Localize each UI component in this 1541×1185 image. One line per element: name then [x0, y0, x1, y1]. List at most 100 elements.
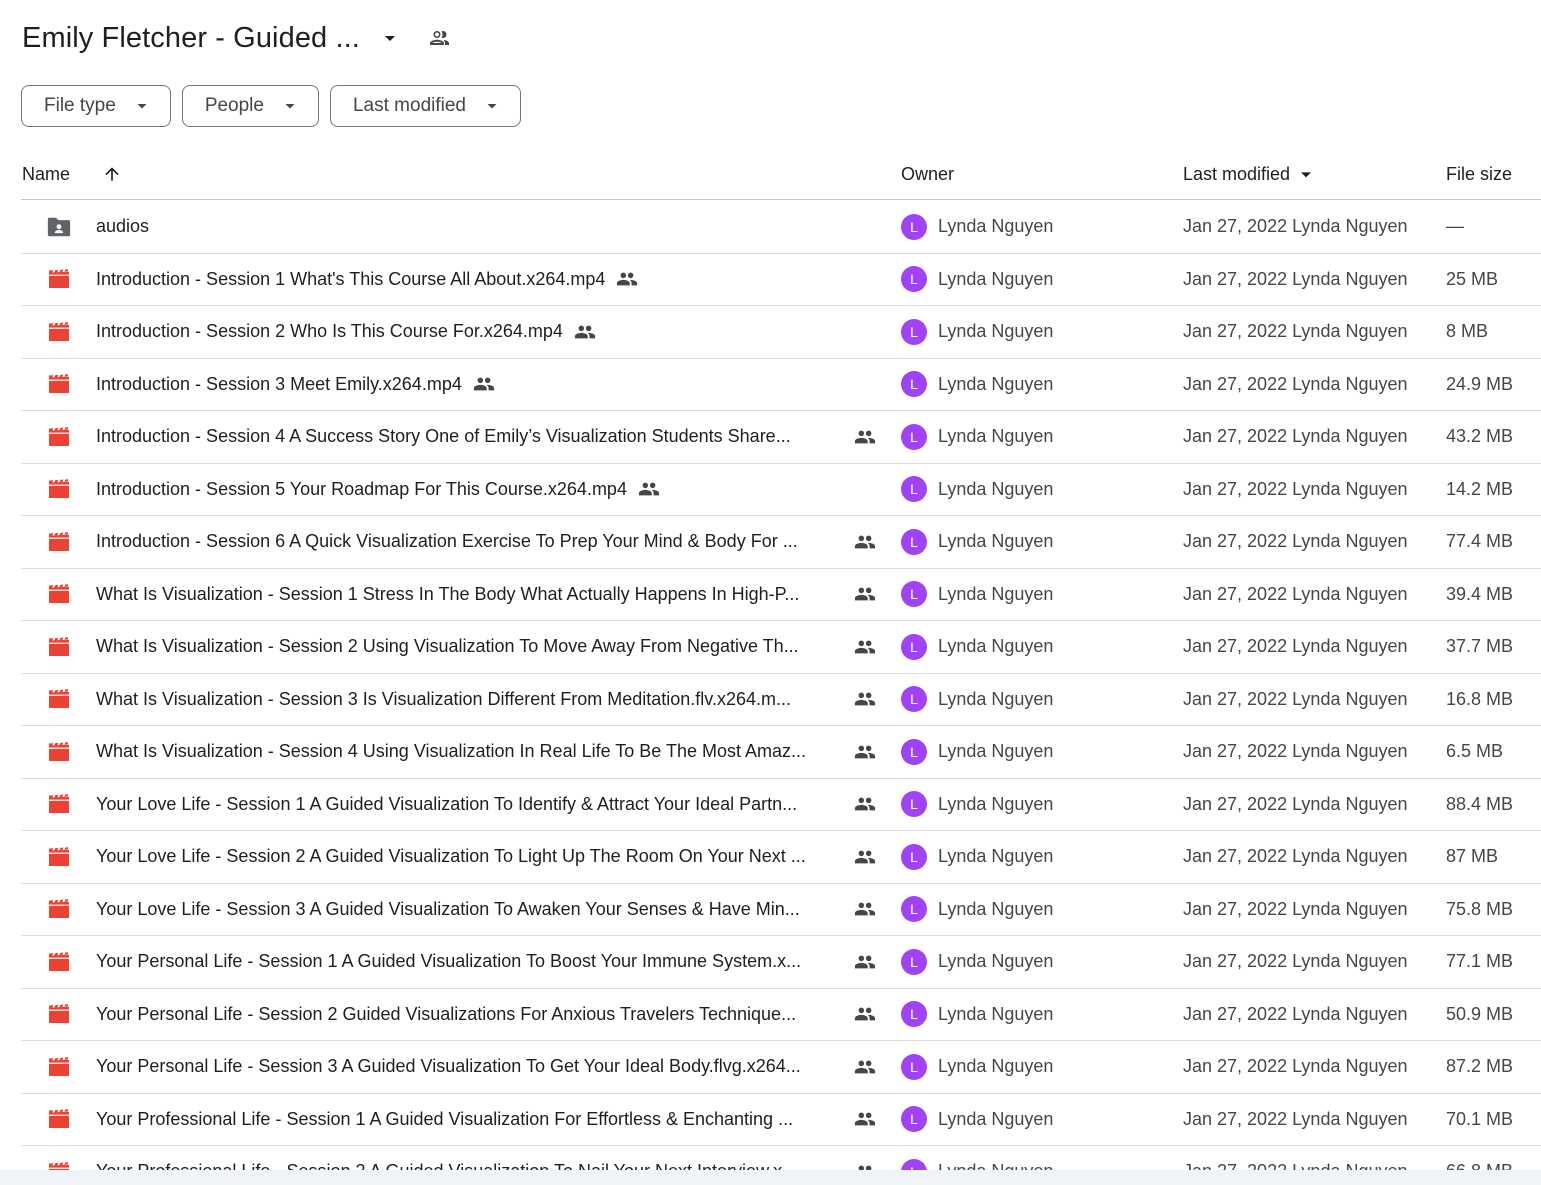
avatar: L	[901, 371, 927, 398]
file-row[interactable]: What Is Visualization - Session 3 Is Vis…	[21, 674, 1541, 726]
file-name: Your Professional Life - Session 2 A Gui…	[96, 1161, 797, 1170]
avatar: L	[901, 528, 927, 555]
file-type-filter-label: File type	[44, 95, 116, 116]
file-size-cell: 39.4 MB	[1446, 583, 1514, 604]
people-filter-label: People	[204, 95, 264, 116]
file-size-cell: 75.8 MB	[1446, 898, 1514, 919]
file-row[interactable]: Your Love Life - Session 2 A Guided Visu…	[21, 831, 1541, 884]
file-name-cell: Introduction - Session 3 Meet Emily.x264…	[96, 359, 495, 411]
avatar: L	[901, 1053, 927, 1080]
file-row[interactable]: Your Love Life - Session 1 A Guided Visu…	[21, 779, 1541, 831]
file-size-cell: 77.1 MB	[1446, 951, 1514, 972]
last-modified-cell: Jan 27, 2022 Lynda Nguyen	[1183, 321, 1408, 342]
file-row[interactable]: Your Personal Life - Session 1 A Guided …	[21, 936, 1541, 989]
owner-name: Lynda Nguyen	[938, 426, 1054, 447]
last-modified-cell: Jan 27, 2022 Lynda Nguyen	[1183, 268, 1408, 289]
file-row[interactable]: Introduction - Session 1 What's This Cou…	[21, 254, 1541, 306]
video-file-icon	[46, 621, 72, 673]
owner-cell: L Lynda Nguyen	[901, 621, 1053, 673]
last-modified-column-header[interactable]: Last modified	[1183, 148, 1316, 200]
file-name-cell: Introduction - Session 1 What's This Cou…	[96, 254, 638, 306]
owner-cell: L Lynda Nguyen	[901, 831, 1053, 883]
file-type-filter[interactable]: File type	[21, 85, 171, 127]
avatar: L	[901, 896, 927, 923]
last-modified-cell: Jan 27, 2022 Lynda Nguyen	[1183, 426, 1408, 447]
name-column-header[interactable]: Name	[22, 148, 70, 200]
file-row[interactable]: Your Personal Life - Session 3 A Guided …	[21, 1041, 1541, 1094]
file-size-cell: 24.9 MB	[1446, 373, 1514, 394]
owner-cell: L Lynda Nguyen	[901, 989, 1053, 1041]
file-name-cell: Your Love Life - Session 1 A Guided Visu…	[96, 779, 797, 831]
people-icon	[428, 26, 452, 50]
file-row[interactable]: Your Personal Life - Session 2 Guided Vi…	[21, 989, 1541, 1041]
owner-cell: L Lynda Nguyen	[901, 1041, 1053, 1093]
file-size-cell: 87 MB	[1446, 846, 1499, 867]
file-row[interactable]: Introduction - Session 4 A Success Story…	[21, 411, 1541, 464]
owner-name: Lynda Nguyen	[938, 321, 1054, 342]
avatar: L	[901, 423, 927, 450]
file-name-cell: Introduction - Session 4 A Success Story…	[96, 411, 791, 463]
file-row[interactable]: Your Love Life - Session 3 A Guided Visu…	[21, 884, 1541, 936]
owner-cell: L Lynda Nguyen	[901, 1094, 1053, 1146]
file-row[interactable]: Your Professional Life - Session 2 A Gui…	[21, 1146, 1541, 1170]
file-row[interactable]: What Is Visualization - Session 2 Using …	[21, 621, 1541, 674]
owner-cell: L Lynda Nguyen	[901, 884, 1053, 936]
avatar: L	[901, 948, 927, 975]
folder-row[interactable]: audios L Lynda Nguyen Jan 27, 2022 Lynda Ng…	[21, 201, 1541, 254]
chevron-down-icon	[486, 100, 498, 112]
video-file-icon	[46, 411, 72, 463]
arrow-drop-down-icon[interactable]	[378, 26, 402, 50]
owner-name: Lynda Nguyen	[938, 846, 1054, 867]
people-icon	[853, 1146, 877, 1170]
people-icon	[853, 411, 877, 463]
file-size-cell: 16.8 MB	[1446, 688, 1514, 709]
owner-name: Lynda Nguyen	[938, 688, 1054, 709]
video-file-icon	[46, 779, 72, 831]
last-modified-filter-label: Last modified	[352, 95, 466, 116]
people-icon	[853, 621, 877, 673]
folder-title[interactable]: Emily Fletcher - Guided ...	[22, 22, 360, 55]
avatar: L	[901, 1106, 927, 1133]
last-modified-column-label: Last modified	[1183, 163, 1291, 184]
video-file-icon	[46, 306, 72, 358]
owner-cell: L Lynda Nguyen	[901, 464, 1053, 516]
owner-name: Lynda Nguyen	[938, 1161, 1053, 1170]
people-icon	[853, 569, 877, 621]
owner-cell: L Lynda Nguyen	[901, 726, 1053, 778]
avatar: L	[901, 476, 927, 503]
file-name-cell: Your Personal Life - Session 1 A Guided …	[96, 936, 801, 988]
file-row[interactable]: Introduction - Session 2 Who Is This Cou…	[21, 306, 1541, 359]
owner-name: Lynda Nguyen	[938, 373, 1054, 394]
folder-header: Emily Fletcher - Guided ...	[22, 16, 452, 60]
last-modified-filter[interactable]: Last modified	[329, 85, 521, 127]
file-row[interactable]: What Is Visualization - Session 1 Stress…	[21, 569, 1541, 621]
video-file-icon	[46, 726, 72, 778]
people-icon	[574, 321, 596, 343]
file-name: Your Love Life - Session 2 A Guided Visu…	[96, 846, 806, 867]
file-size-column-header[interactable]: File size	[1446, 148, 1512, 200]
last-modified-cell: Jan 27, 2022 Lynda Nguyen	[1183, 1056, 1408, 1077]
owner-name: Lynda Nguyen	[938, 1108, 1054, 1129]
file-row[interactable]: Introduction - Session 6 A Quick Visuali…	[21, 516, 1541, 569]
owner-cell: L Lynda Nguyen	[901, 936, 1053, 988]
owner-name: Lynda Nguyen	[938, 478, 1054, 499]
arrow-upward-icon[interactable]	[101, 148, 123, 200]
people-filter[interactable]: People	[181, 85, 319, 127]
file-row[interactable]: Introduction - Session 3 Meet Emily.x264…	[21, 359, 1541, 411]
people-icon	[853, 726, 877, 778]
last-modified-cell: Jan 27, 2022 Lynda Nguyen	[1183, 1108, 1408, 1129]
file-row[interactable]: Your Professional Life - Session 1 A Gui…	[21, 1094, 1541, 1146]
file-name-cell: What Is Visualization - Session 1 Stress…	[96, 569, 799, 621]
avatar: L	[901, 686, 927, 713]
last-modified-cell: Jan 27, 2022 Lynda Nguyen	[1183, 951, 1408, 972]
file-name: Introduction - Session 3 Meet Emily.x264…	[96, 373, 462, 394]
file-size-cell: —	[1446, 216, 1464, 237]
owner-cell: L Lynda Nguyen	[901, 779, 1053, 831]
file-row[interactable]: Introduction - Session 5 Your Roadmap Fo…	[21, 464, 1541, 516]
file-row[interactable]: What Is Visualization - Session 4 Using …	[21, 726, 1541, 779]
owner-name: Lynda Nguyen	[938, 1056, 1054, 1077]
video-file-icon	[46, 516, 72, 568]
owner-name: Lynda Nguyen	[938, 1003, 1054, 1024]
owner-cell: L Lynda Nguyen	[901, 569, 1053, 621]
file-name-cell: Introduction - Session 6 A Quick Visuali…	[96, 516, 798, 568]
